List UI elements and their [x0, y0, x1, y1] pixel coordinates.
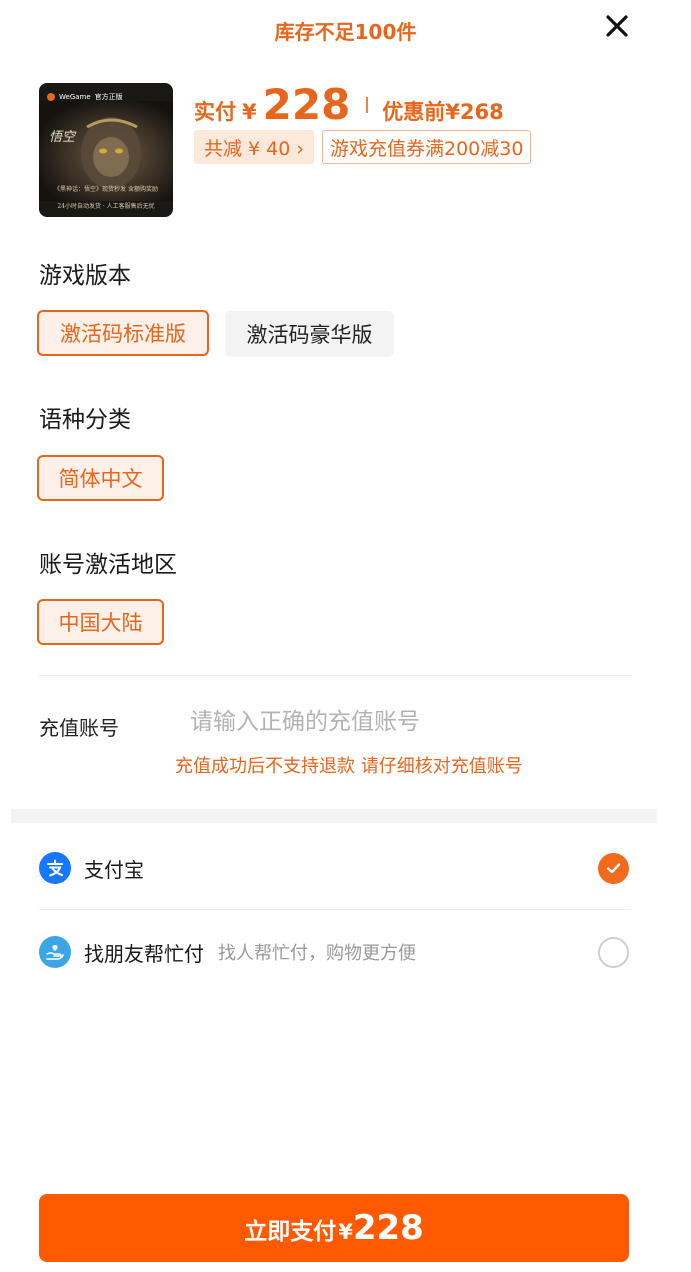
- discount-detail-button[interactable]: 共减 ¥ 40 ›: [194, 130, 314, 164]
- pay-now-button[interactable]: 立即支付 ¥ 228: [39, 1194, 629, 1262]
- thumbnail-subcaption: 24小时自动发货 · 人工客服售后无忧: [57, 203, 155, 210]
- payment-radio-selected[interactable]: [598, 852, 629, 884]
- pay-button-currency: ¥: [338, 1220, 353, 1244]
- product-summary: 悟空 WeGame 官方正版 《黑神话：悟空》现货秒发 含额购奖励 24小时自动…: [39, 83, 639, 217]
- refund-warning: 充值成功后不支持退款 请仔细核对充值账号: [175, 756, 523, 777]
- thumbnail-caption: 《黑神话：悟空》现货秒发 含额购奖励: [54, 186, 158, 193]
- pay-label: 实付: [194, 100, 236, 124]
- payment-option-friend-pay[interactable]: 找朋友帮忙付 找人帮忙付，购物更方便: [39, 922, 631, 982]
- payment-divider: [39, 909, 631, 910]
- region-title: 账号激活地区: [39, 552, 177, 578]
- section-divider: [39, 675, 631, 676]
- wegame-brand: WeGame: [59, 93, 91, 101]
- payment-radio-unselected[interactable]: [598, 936, 629, 968]
- pay-button-amount: 228: [352, 1208, 424, 1248]
- checkmark-icon: [606, 862, 621, 873]
- close-button[interactable]: [599, 8, 635, 44]
- friend-pay-icon: [39, 936, 71, 968]
- payment-name: 找朋友帮忙付: [84, 941, 204, 966]
- version-title: 游戏版本: [39, 263, 131, 289]
- payment-name: 支付宝: [84, 857, 144, 882]
- wegame-logo-icon: [47, 93, 55, 101]
- svg-text:悟空: 悟空: [49, 130, 77, 145]
- language-option-simplified-chinese[interactable]: 简体中文: [37, 455, 164, 501]
- original-price: 优惠前¥268: [382, 100, 504, 124]
- account-label: 充值账号: [39, 716, 119, 740]
- account-input[interactable]: [190, 704, 620, 740]
- language-title: 语种分类: [39, 407, 131, 433]
- coupon-badge: 游戏充值券满200减30: [321, 130, 532, 164]
- price-row: 实付 ¥ 228 优惠前¥268: [194, 83, 504, 127]
- alipay-icon: [39, 852, 71, 884]
- pay-button-label: 立即支付: [244, 1219, 337, 1245]
- stock-notice: 库存不足100件: [274, 20, 417, 44]
- official-tag: 官方正版: [94, 93, 123, 101]
- discount-badges: 共减 ¥ 40 › 游戏充值券满200减30: [194, 130, 532, 164]
- close-icon: [606, 15, 628, 37]
- version-option-deluxe[interactable]: 激活码豪华版: [225, 311, 394, 357]
- price-amount: 228: [262, 80, 351, 129]
- region-option-mainland-china[interactable]: 中国大陆: [37, 599, 164, 645]
- version-option-standard[interactable]: 激活码标准版: [37, 310, 209, 356]
- product-thumbnail: 悟空 WeGame 官方正版 《黑神话：悟空》现货秒发 含额购奖励 24小时自动…: [39, 83, 173, 217]
- thumbnail-header: WeGame 官方正版: [47, 89, 165, 105]
- section-band: [11, 809, 657, 823]
- payment-subtitle: 找人帮忙付，购物更方便: [218, 943, 416, 964]
- currency-symbol: ¥: [242, 100, 257, 124]
- payment-option-alipay[interactable]: 支付宝: [39, 838, 631, 898]
- price-separator: [366, 97, 369, 113]
